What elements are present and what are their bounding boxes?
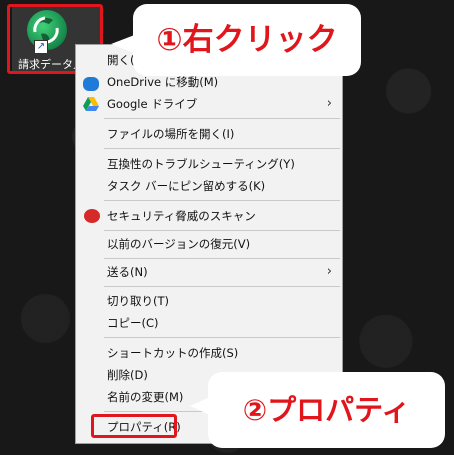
trend-micro-icon	[84, 209, 100, 223]
menu-item-label: 送る(N)	[107, 265, 148, 279]
menu-separator	[104, 337, 340, 338]
menu-item-label: コピー(C)	[107, 316, 159, 330]
menu-item-compat-troubleshoot[interactable]: 互換性のトラブルシューティング(Y)	[76, 153, 342, 175]
menu-item-security-scan[interactable]: セキュリティ脅威のスキャン	[76, 205, 342, 227]
menu-separator	[104, 148, 340, 149]
callout-step1: ①右クリック	[133, 4, 361, 76]
menu-item-google-drive[interactable]: Google ドライブ ›	[76, 93, 342, 115]
menu-item-label: ファイルの場所を開く(I)	[107, 127, 235, 141]
menu-item-label: セキュリティ脅威のスキャン	[107, 209, 256, 223]
menu-item-label: 名前の変更(M)	[107, 390, 184, 404]
onedrive-cloud-icon	[83, 77, 99, 91]
menu-item-label: 以前のバージョンの復元(V)	[107, 237, 251, 251]
menu-item-cut[interactable]: 切り取り(T)	[76, 290, 342, 312]
menu-separator	[104, 230, 340, 231]
menu-item-pin-taskbar[interactable]: タスク バーにピン留めする(K)	[76, 175, 342, 197]
menu-item-label: 切り取り(T)	[107, 294, 169, 308]
chevron-right-icon: ›	[326, 264, 332, 279]
menu-item-label: タスク バーにピン留めする(K)	[107, 179, 266, 193]
google-drive-icon	[83, 97, 99, 111]
menu-item-restore-versions[interactable]: 以前のバージョンの復元(V)	[76, 233, 342, 255]
chevron-right-icon: ›	[326, 96, 332, 111]
menu-item-label: 互換性のトラブルシューティング(Y)	[107, 157, 295, 171]
menu-item-label: 削除(D)	[107, 368, 148, 382]
menu-item-send-to[interactable]: 送る(N) ›	[76, 261, 342, 283]
menu-item-label: Google ドライブ	[107, 97, 198, 111]
callout-step2: ②プロパティ	[208, 372, 445, 448]
menu-separator	[104, 200, 340, 201]
menu-separator	[104, 258, 340, 259]
highlight-box-properties	[91, 414, 177, 438]
menu-item-copy[interactable]: コピー(C)	[76, 312, 342, 334]
menu-item-label: ショートカットの作成(S)	[107, 346, 239, 360]
menu-separator	[104, 286, 340, 287]
menu-separator	[104, 118, 340, 119]
menu-item-create-shortcut[interactable]: ショートカットの作成(S)	[76, 342, 342, 364]
menu-item-open-location[interactable]: ファイルの場所を開く(I)	[76, 123, 342, 145]
